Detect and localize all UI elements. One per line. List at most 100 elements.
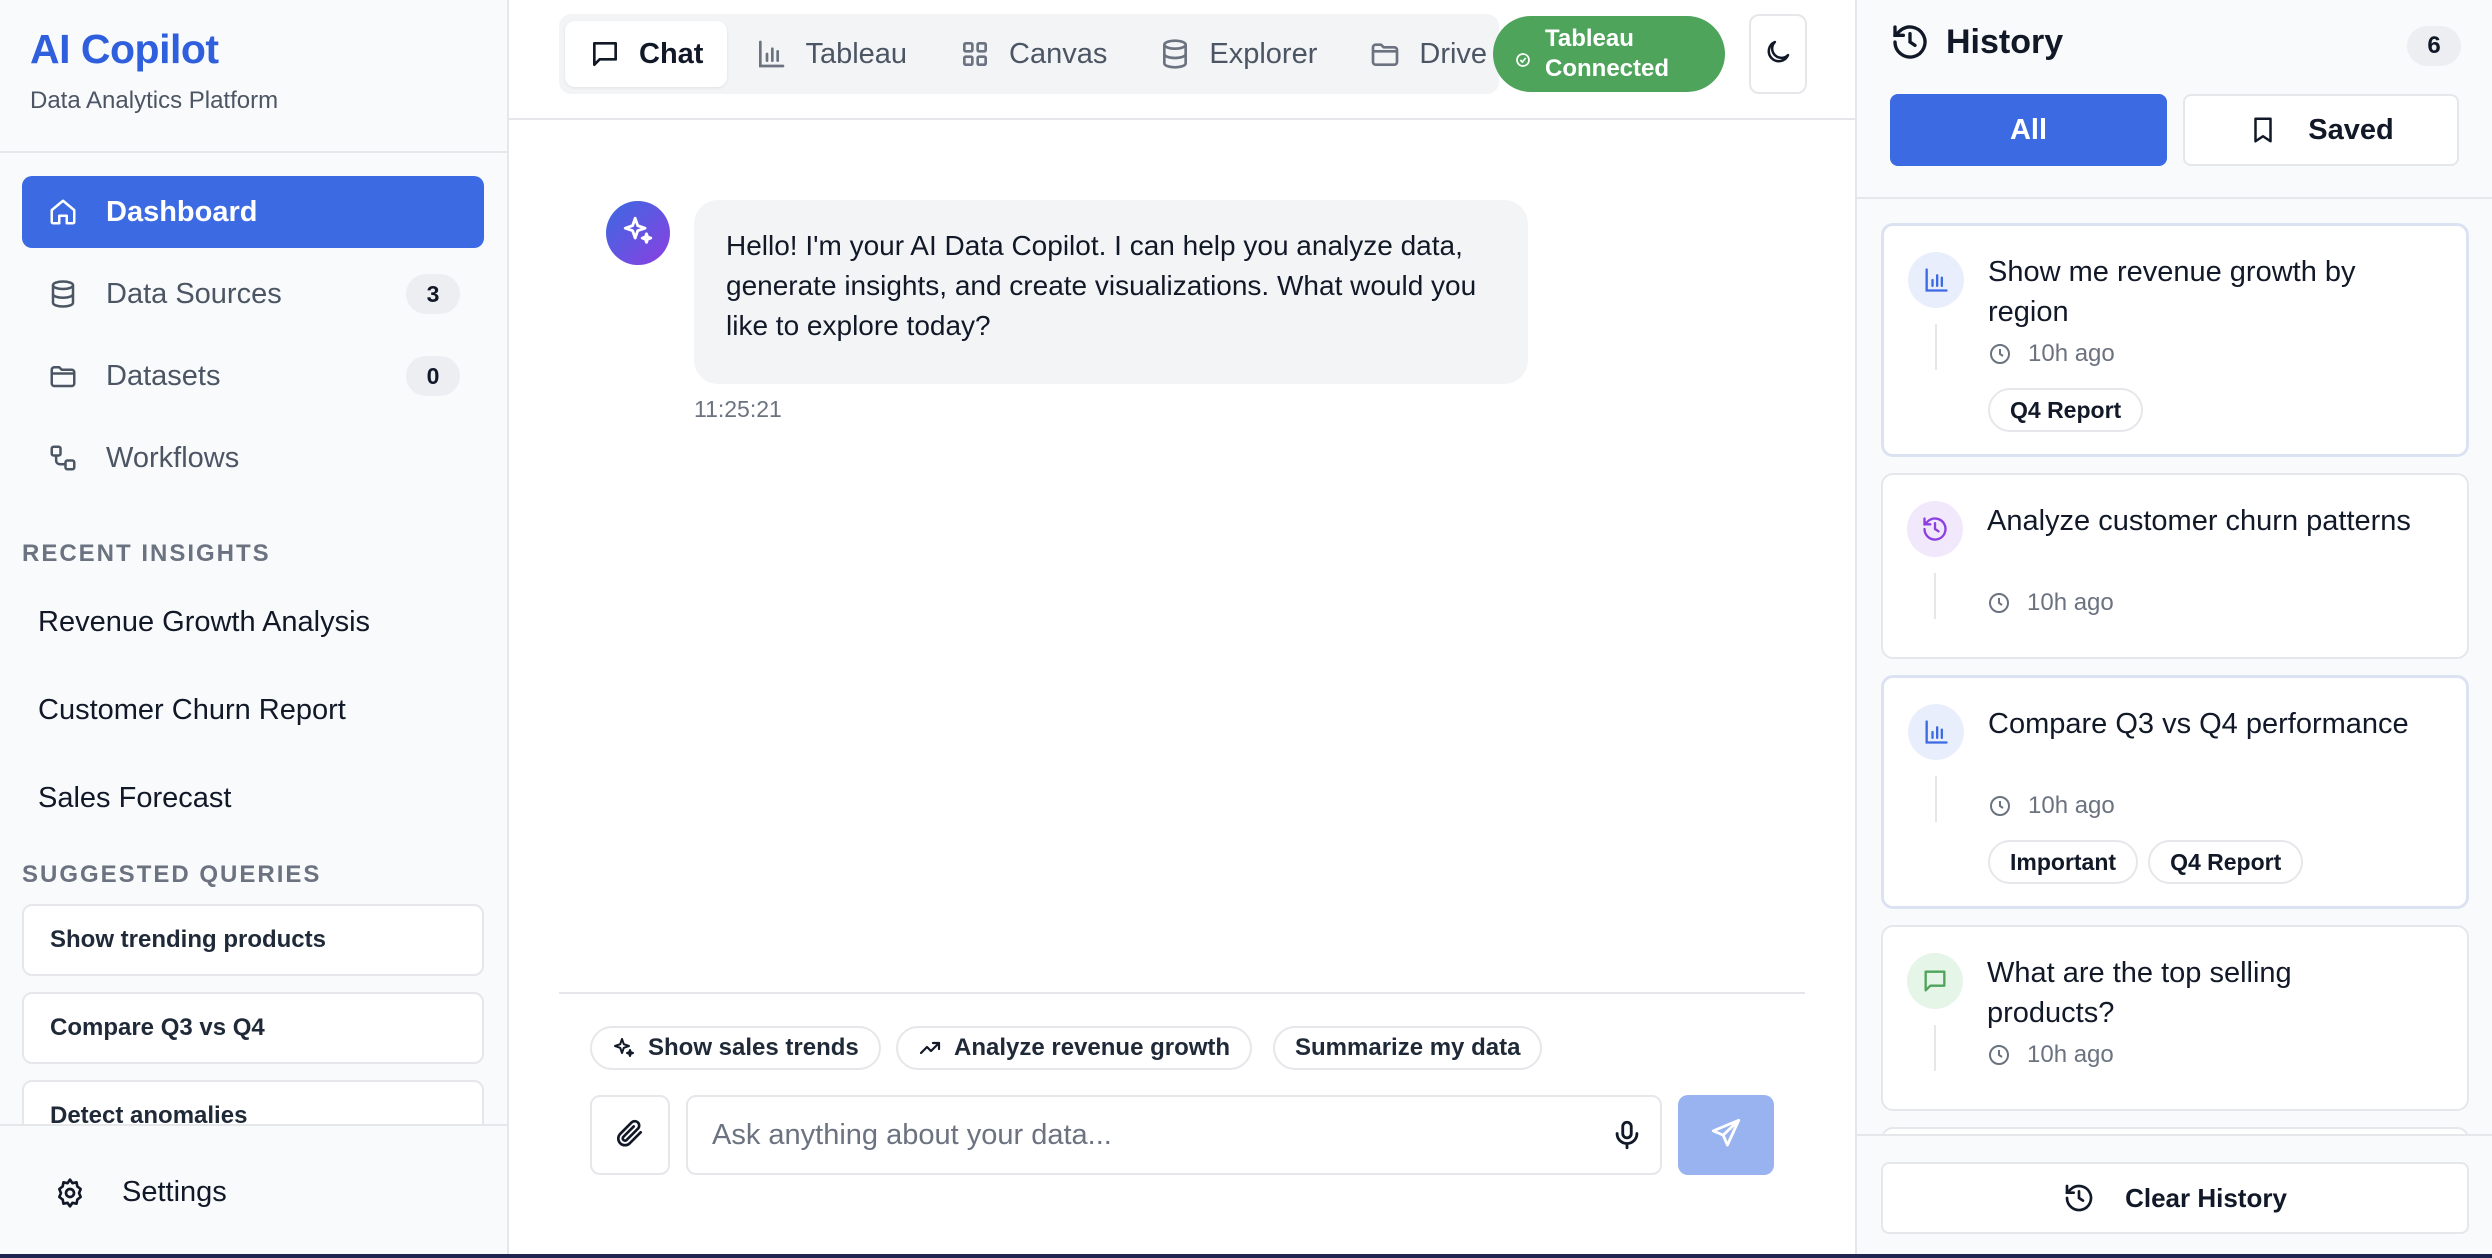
view-tabs: Chat Tableau Canvas Explorer Drive (559, 14, 1499, 94)
tab-explorer[interactable]: Explorer (1135, 21, 1341, 87)
time-text: 10h ago (2027, 589, 2114, 616)
clear-history-button[interactable]: Clear History (1881, 1162, 2469, 1234)
main-nav: Dashboard Data Sources 3 Datasets 0 Work… (22, 176, 484, 504)
clock-icon (1988, 342, 2012, 366)
suggested-query-button[interactable]: Show trending products (22, 904, 484, 976)
sidebar-footer: Settings (0, 1124, 507, 1258)
sidebar: AI Copilot Data Analytics Platform Dashb… (0, 0, 509, 1258)
history-panel: History 6 All Saved Show me revenue grow… (1855, 0, 2492, 1258)
divider (559, 992, 1805, 994)
suggested-query-button[interactable]: Compare Q3 vs Q4 (22, 992, 484, 1064)
divider (0, 151, 507, 153)
bar-chart-icon (1908, 252, 1964, 308)
chat-input[interactable] (686, 1095, 1662, 1175)
chip-label: Summarize my data (1295, 1034, 1521, 1061)
history-icon (2063, 1182, 2095, 1214)
clock-icon (1987, 591, 2011, 615)
chat-area: Chat Tableau Canvas Explorer Drive Table… (509, 0, 1855, 1258)
app-window: AI Copilot Data Analytics Platform Dashb… (0, 0, 2492, 1258)
nav-item-dashboard[interactable]: Dashboard (22, 176, 484, 248)
check-circle-icon (1515, 46, 1531, 67)
time-text: 10h ago (2028, 340, 2115, 367)
history-list: Show me revenue growth by region 10h ago… (1857, 199, 2492, 1134)
tab-canvas[interactable]: Canvas (935, 21, 1131, 87)
nav-item-workflows[interactable]: Workflows (22, 422, 484, 494)
filter-saved-label: Saved (2308, 113, 2394, 146)
history-header: History (1890, 22, 2063, 62)
settings-button[interactable]: Settings (54, 1176, 227, 1209)
sparkles-icon (621, 214, 655, 253)
brand: AI Copilot Data Analytics Platform (30, 26, 278, 115)
folder-icon (1369, 38, 1401, 70)
assistant-avatar (606, 201, 670, 265)
theme-toggle-button[interactable] (1749, 14, 1807, 94)
chip-label: Show sales trends (648, 1034, 859, 1061)
history-item[interactable]: Analyze customer churn patterns 10h ago (1881, 473, 2469, 659)
count-badge: 3 (406, 274, 460, 314)
nav-label: Dashboard (106, 195, 258, 228)
filter-saved-button[interactable]: Saved (2183, 94, 2459, 166)
clock-icon (1987, 1043, 2011, 1067)
paperclip-icon (614, 1117, 646, 1154)
chip-label: Analyze revenue growth (954, 1034, 1231, 1061)
filter-all-button[interactable]: All (1890, 94, 2167, 166)
send-icon (1709, 1116, 1743, 1155)
folder-icon (46, 359, 80, 393)
microphone-icon[interactable] (1610, 1118, 1644, 1152)
divider (509, 118, 1855, 120)
nav-label: Datasets (106, 359, 221, 392)
quick-prompt-chip[interactable]: Analyze revenue growth (896, 1026, 1253, 1070)
nav-item-data-sources[interactable]: Data Sources 3 (22, 258, 484, 330)
connection-line-2: Connected (1545, 55, 1670, 82)
tab-drive[interactable]: Drive (1345, 21, 1511, 87)
nav-item-datasets[interactable]: Datasets 0 (22, 340, 484, 412)
tab-chat[interactable]: Chat (565, 21, 728, 87)
message-icon (1907, 953, 1963, 1009)
history-item-time: 10h ago (1988, 792, 2115, 820)
history-item-time: 10h ago (1987, 589, 2114, 617)
history-count-badge: 6 (2407, 26, 2461, 66)
quick-prompt-chip[interactable]: Summarize my data (1273, 1026, 1543, 1070)
tag-list: Important Q4 Report (1988, 840, 2313, 884)
suggested-query-button[interactable]: Detect anomalies (22, 1080, 484, 1124)
nav-label: Data Sources (106, 277, 282, 310)
attach-button[interactable] (590, 1095, 670, 1175)
history-item[interactable]: Compare Q3 vs Q4 performance 10h ago Imp… (1881, 675, 2469, 909)
history-icon (1890, 22, 1930, 62)
history-item[interactable]: What are the top selling products? 10h a… (1881, 925, 2469, 1111)
sparkles-icon (612, 1035, 638, 1061)
moon-icon (1763, 37, 1793, 72)
database-icon (1159, 38, 1191, 70)
history-item-time: 10h ago (1987, 1041, 2114, 1069)
timeline-line (1935, 324, 1937, 370)
tab-label: Chat (639, 37, 704, 70)
quick-prompt-chip[interactable]: Show sales trends (590, 1026, 881, 1070)
database-icon (46, 277, 80, 311)
app-subtitle: Data Analytics Platform (30, 87, 279, 114)
tab-label: Canvas (1009, 37, 1108, 70)
connection-status-badge: Tableau Connected (1493, 16, 1725, 92)
history-item-title: Compare Q3 vs Q4 performance (1988, 708, 2409, 740)
timeline-line (1934, 573, 1936, 619)
assistant-message: Hello! I'm your AI Data Copilot. I can h… (694, 200, 1528, 384)
timeline-line (1934, 1025, 1936, 1071)
scroll-clip: Detect anomalies (0, 1080, 507, 1124)
history-item-title: Analyze customer churn patterns (1987, 505, 2411, 537)
window-bottom-edge (0, 1254, 2492, 1258)
connection-status-text: Tableau Connected (1545, 24, 1669, 84)
send-button[interactable] (1678, 1095, 1774, 1175)
tag-badge: Important (1988, 840, 2139, 884)
history-item-title: What are the top selling products? (1987, 957, 2292, 1029)
insight-link[interactable]: Customer Churn Report (38, 694, 346, 727)
connection-line-1: Tableau (1545, 25, 1634, 52)
time-text: 10h ago (2028, 792, 2115, 819)
insight-link[interactable]: Sales Forecast (38, 782, 231, 815)
history-item[interactable]: Show me revenue growth by region 10h ago… (1881, 223, 2469, 457)
tab-tableau[interactable]: Tableau (731, 21, 931, 87)
history-item[interactable] (1881, 1127, 2469, 1134)
home-icon (46, 195, 80, 229)
trending-up-icon (918, 1035, 944, 1061)
app-title: AI Copilot (30, 26, 219, 72)
insight-link[interactable]: Revenue Growth Analysis (38, 606, 370, 639)
suggested-queries-heading: SUGGESTED QUERIES (22, 861, 322, 888)
